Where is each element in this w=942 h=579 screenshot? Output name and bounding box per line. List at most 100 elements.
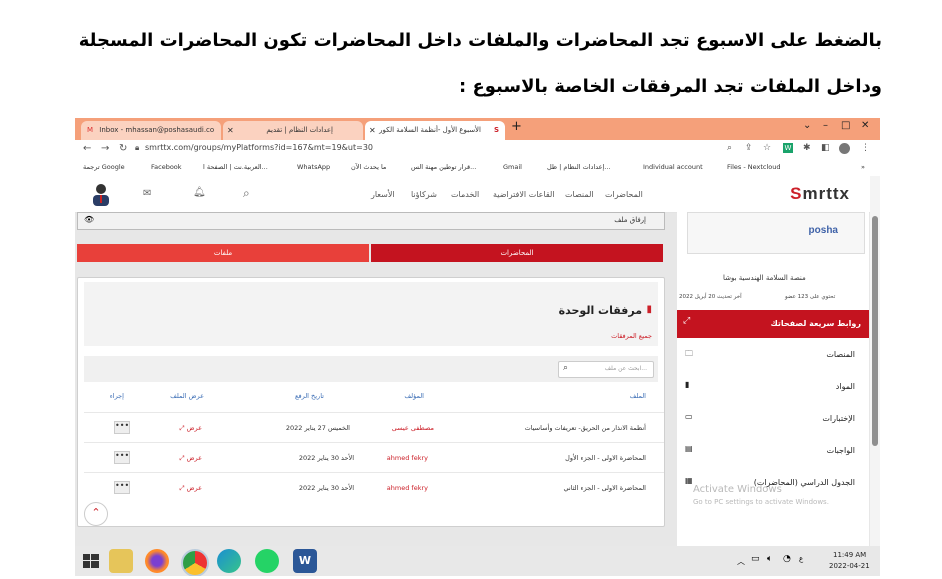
mail-icon[interactable]: ✉ xyxy=(143,188,151,199)
col-upload-date[interactable]: تاريخ الرفع xyxy=(295,392,324,400)
bookmark-item[interactable]: Individual account xyxy=(643,163,703,171)
tab-label: Inbox - mhassan@poshasaudi.co xyxy=(99,126,215,134)
edge-icon[interactable] xyxy=(217,549,241,573)
action-menu-button[interactable]: ••• xyxy=(114,481,130,494)
more-bookmarks-icon[interactable]: » xyxy=(861,163,865,171)
attach-file-bar[interactable]: 👁︎ إرفاق ملف xyxy=(77,212,665,230)
files-button[interactable]: ملفات xyxy=(77,244,369,262)
bookmark-item[interactable]: Files - Nextcloud xyxy=(727,163,781,171)
nav-partners[interactable]: شركاؤنا xyxy=(411,190,437,199)
windows-start-icon[interactable] xyxy=(79,549,103,573)
sidebar-icon[interactable]: ◧ xyxy=(821,143,830,153)
bookmark-item[interactable]: العربية.نت | الصفحة ا... xyxy=(203,163,268,171)
clock-date[interactable]: 2022-04-21 xyxy=(829,562,870,570)
puzzle-icon[interactable]: ✱ xyxy=(803,143,811,153)
bookmark-item[interactable]: ما يحدث الآن xyxy=(351,163,386,171)
wifi-icon[interactable]: ◔ xyxy=(783,554,791,564)
view-link[interactable]: ⤢ عرض xyxy=(179,424,202,433)
nav-platforms[interactable]: المنصات xyxy=(565,190,594,199)
forward-icon[interactable]: → xyxy=(101,143,109,154)
extension-w-icon[interactable]: W xyxy=(783,143,793,153)
reload-icon[interactable]: ↻ xyxy=(119,143,127,154)
firefox-icon[interactable] xyxy=(145,549,169,573)
clock-time[interactable]: 11:49 AM xyxy=(833,551,866,559)
quick-links-header[interactable]: ⤢ روابط سريعة لصفحاتك xyxy=(677,310,869,338)
author: ahmed fekry xyxy=(386,484,428,492)
attachments-table: الملف المؤلف تاريخ الرفع عرض الملف إجراء… xyxy=(84,392,664,512)
quick-link-assignments[interactable]: ▤ الواجبات xyxy=(677,434,869,466)
scrollbar-thumb[interactable] xyxy=(872,216,878,446)
window-close-icon[interactable]: ✕ xyxy=(861,120,869,131)
share-icon[interactable]: ⇪ xyxy=(745,143,753,153)
view-link[interactable]: ⤢ عرض xyxy=(179,454,202,463)
book-icon: ▮ xyxy=(685,380,690,389)
tab-inbox[interactable]: M Inbox - mhassan@poshasaudi.co xyxy=(81,121,221,140)
file-name[interactable]: المحاضرة الاولى - الجزء الأول xyxy=(565,454,646,462)
col-action[interactable]: إجراء xyxy=(110,392,124,400)
lock-icon[interactable]: 🔒︎ xyxy=(135,143,139,153)
table-row[interactable]: المحاضرة الاولى - الجزء الثاني ahmed fek… xyxy=(84,472,664,503)
bookmark-item[interactable]: قرار توطين مهنة الس... xyxy=(411,163,476,171)
scroll-top-button[interactable]: ⌃ xyxy=(84,502,108,526)
action-menu-button[interactable]: ••• xyxy=(114,451,130,464)
bookmark-item[interactable]: Facebook xyxy=(151,163,182,171)
url-field[interactable]: smrttx.com/groups/myPlatforms?id=167&mt=… xyxy=(145,143,373,152)
tray-chevron-icon[interactable]: ︿ xyxy=(737,556,745,567)
search-icon[interactable]: ⌕ xyxy=(243,186,250,201)
nav-lectures[interactable]: المحاضرات xyxy=(605,190,643,199)
bookmark-item[interactable]: ترجمة Google xyxy=(83,163,125,171)
table-header: الملف المؤلف تاريخ الرفع عرض الملف إجراء xyxy=(84,392,664,406)
file-name[interactable]: أنظمة الانذار من الحريق- تعريفات وأساسيا… xyxy=(525,424,646,432)
table-row[interactable]: المحاضرة الاولى - الجزء الأول ahmed fekr… xyxy=(84,442,664,473)
table-row[interactable]: أنظمة الانذار من الحريق- تعريفات وأساسيا… xyxy=(84,412,664,443)
chrome-icon[interactable] xyxy=(181,549,209,576)
tab-week-one[interactable]: ✕ الأسبوع الأول -أنظمة السلامة الكور S xyxy=(365,121,505,140)
network-icon[interactable]: ▭ xyxy=(751,554,760,564)
quick-link-platforms[interactable]: 🗀 المنصات xyxy=(677,338,869,370)
nav-services[interactable]: الخدمات xyxy=(451,190,479,199)
bell-icon[interactable]: 🔔︎ xyxy=(193,187,206,198)
bookmark-item[interactable]: Gmail xyxy=(503,163,522,171)
quick-link-exams[interactable]: ▭ الإختبارات xyxy=(677,402,869,434)
browser-menu-icon[interactable]: ⋮ xyxy=(861,143,870,153)
bookmark-item[interactable]: إعدادات النظام | ظل... xyxy=(547,163,611,171)
action-menu-button[interactable]: ••• xyxy=(114,421,130,434)
site-logo[interactable]: Smrttx xyxy=(790,184,850,204)
minimize-icon[interactable]: – xyxy=(823,120,828,131)
maximize-icon[interactable]: □ xyxy=(841,120,850,131)
language-indicator[interactable]: ع xyxy=(799,555,803,563)
search-input[interactable]: ⌕ ابحث عن ملف... xyxy=(558,361,654,378)
tab-label: إعدادات النظام | تقديم xyxy=(266,126,333,134)
platform-name[interactable]: منصة السلامة الهندسية بوشا xyxy=(723,274,806,282)
platform-logo: posha xyxy=(687,212,865,254)
speaker-icon[interactable]: 🔈︎ xyxy=(767,554,772,564)
close-icon[interactable]: ✕ xyxy=(369,121,376,140)
user-avatar[interactable] xyxy=(91,182,111,206)
quick-link-subjects[interactable]: ▮ المواد xyxy=(677,370,869,402)
new-tab-button[interactable]: + xyxy=(511,119,522,134)
all-attachments-link[interactable]: جميع المرفقات xyxy=(611,332,652,340)
tab-list-chevron-icon[interactable]: ⌄ xyxy=(803,120,811,131)
word-icon[interactable]: W xyxy=(293,549,317,573)
col-file[interactable]: الملف xyxy=(630,392,646,400)
close-icon[interactable]: ✕ xyxy=(227,121,234,140)
col-author[interactable]: المؤلف xyxy=(404,392,424,400)
lectures-button[interactable]: المحاضرات xyxy=(371,244,663,262)
tab-settings[interactable]: ✕ إعدادات النظام | تقديم xyxy=(223,121,363,140)
view-link[interactable]: ⤢ عرض xyxy=(179,484,202,493)
expand-icon[interactable]: ⤢ xyxy=(683,316,690,326)
back-icon[interactable]: ← xyxy=(83,143,91,154)
attachments-title: مرفقات الوحدة xyxy=(558,304,642,317)
file-name[interactable]: المحاضرة الاولى - الجزء الثاني xyxy=(564,484,646,492)
page-scrollbar[interactable] xyxy=(870,176,880,546)
file-explorer-icon[interactable] xyxy=(109,549,133,573)
nav-virtual-rooms[interactable]: القاعات الافتراضية xyxy=(493,190,555,199)
profile-avatar-icon[interactable] xyxy=(839,143,850,154)
search-icon[interactable]: ⌕ xyxy=(727,143,732,153)
last-updated: آخر تحديث 20 أبريل 2022 xyxy=(679,294,742,300)
whatsapp-icon[interactable] xyxy=(255,549,279,573)
star-icon[interactable]: ☆ xyxy=(763,143,771,153)
bookmark-item[interactable]: WhatsApp xyxy=(297,163,330,171)
col-view-file[interactable]: عرض الملف xyxy=(170,392,204,400)
nav-prices[interactable]: الأسعار xyxy=(371,190,395,199)
